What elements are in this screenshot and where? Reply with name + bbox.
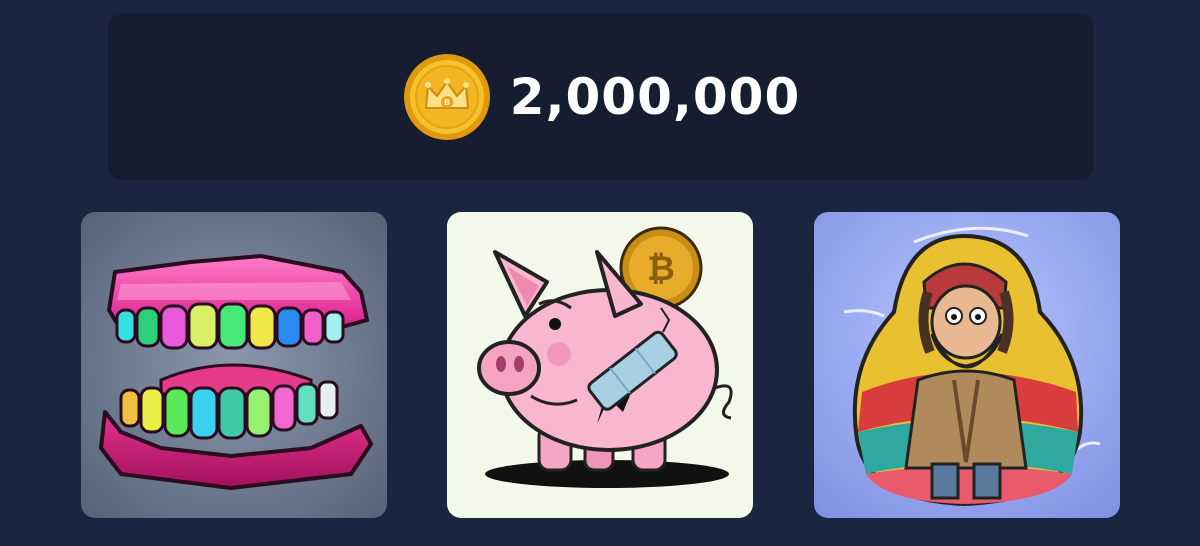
balance-row: B 2,000,000 bbox=[402, 52, 801, 142]
nft-card-teeth[interactable] bbox=[81, 212, 387, 518]
balance-amount: 2,000,000 bbox=[509, 68, 801, 126]
balance-panel: B 2,000,000 bbox=[108, 14, 1094, 180]
nft-card-piggy-bank[interactable]: ₿ bbox=[447, 212, 753, 518]
crown-coin-icon: B bbox=[403, 54, 490, 140]
broken-piggy-bank-bitcoin-image: ₿ bbox=[477, 226, 733, 488]
svg-text:B: B bbox=[444, 98, 450, 107]
nft-card-nesting-doll[interactable] bbox=[814, 212, 1120, 518]
rainbow-teeth-image bbox=[99, 254, 373, 490]
svg-text:₿: ₿ bbox=[647, 249, 675, 289]
bearded-man-nesting-doll-image bbox=[843, 226, 1101, 507]
